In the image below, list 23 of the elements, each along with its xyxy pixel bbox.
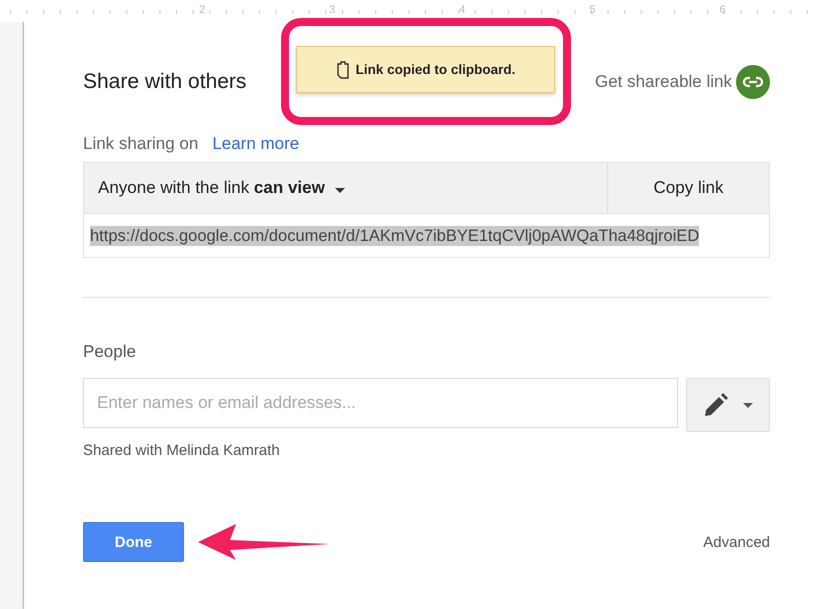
advanced-link[interactable]: Advanced [703,534,770,550]
link-sharing-label: Link sharing on [83,134,198,154]
ruler-number: 5 [589,4,596,16]
url-field[interactable]: https://docs.google.com/document/d/1AKmVc7ibBYE1tqCVlj0pAWQaTha48qjroiED [90,226,700,246]
caret-icon [743,402,753,408]
people-label: People [83,342,137,362]
done-button[interactable]: Done [83,522,184,562]
ruler-number: 3 [329,4,336,16]
permission-dropdown[interactable] [686,378,770,432]
access-dropdown[interactable]: Anyone with the link can view [84,163,607,213]
caret-icon [334,188,345,193]
get-shareable-link[interactable]: Get shareable link [594,65,770,99]
clipboard-icon [336,60,350,78]
people-input-field[interactable]: Enter names or email addresses... [83,378,678,428]
ruler-number: 6 [720,4,726,16]
ruler-number: 2 [199,4,206,16]
learn-more-link[interactable]: Learn more [212,134,300,154]
toast-message: Link copied to clipboard. [356,62,516,77]
dialog-title: Share with others [83,70,246,94]
link-icon [736,65,770,99]
ruler-number: 4 [459,4,466,16]
pencil-icon [703,392,729,418]
shared-with-text: Shared with Melinda Kamrath [83,442,281,459]
